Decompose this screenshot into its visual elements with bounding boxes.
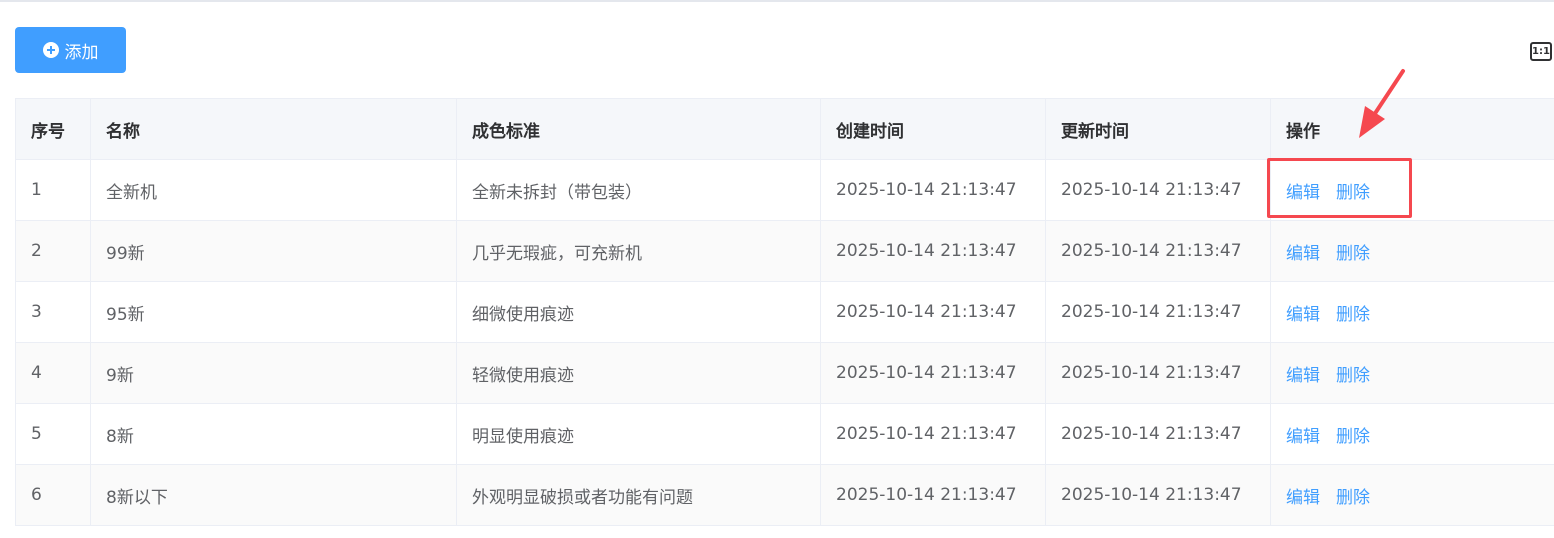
cell-index: 6 [15, 464, 91, 526]
cell-index: 5 [15, 403, 91, 465]
cell-actions: 编辑 删除 [1270, 159, 1554, 221]
cell-created: 2025-10-14 21:13:47 [820, 281, 1046, 343]
cell-actions: 编辑 删除 [1270, 403, 1554, 465]
table-body: 1 全新机 全新未拆封（带包装） 2025-10-14 21:13:47 202… [15, 159, 1554, 526]
delete-link[interactable]: 删除 [1336, 305, 1370, 325]
column-header-created: 创建时间 [820, 98, 1046, 160]
cell-updated: 2025-10-14 21:13:47 [1045, 159, 1271, 221]
cell-created: 2025-10-14 21:13:47 [820, 342, 1046, 404]
cell-name: 全新机 [90, 159, 457, 221]
column-header-actions: 操作 [1270, 98, 1554, 160]
cell-standard: 细微使用痕迹 [456, 281, 821, 343]
cell-name: 95新 [90, 281, 457, 343]
delete-link[interactable]: 删除 [1336, 488, 1370, 508]
top-divider [0, 0, 1554, 2]
cell-name: 9新 [90, 342, 457, 404]
table-row: 4 9新 轻微使用痕迹 2025-10-14 21:13:47 2025-10-… [15, 342, 1554, 404]
edit-link[interactable]: 编辑 [1286, 244, 1320, 264]
cell-updated: 2025-10-14 21:13:47 [1045, 281, 1271, 343]
edit-link[interactable]: 编辑 [1286, 488, 1320, 508]
cell-updated: 2025-10-14 21:13:47 [1045, 403, 1271, 465]
edit-link[interactable]: 编辑 [1286, 366, 1320, 386]
cell-actions: 编辑 删除 [1270, 342, 1554, 404]
cell-index: 3 [15, 281, 91, 343]
add-button[interactable]: 添加 [15, 27, 126, 73]
cell-updated: 2025-10-14 21:13:47 [1045, 464, 1271, 526]
plus-circle-icon [42, 42, 59, 58]
table-header: 序号 名称 成色标准 创建时间 更新时间 操作 [15, 98, 1554, 160]
column-header-index: 序号 [15, 98, 91, 160]
delete-link[interactable]: 删除 [1336, 427, 1370, 447]
table-row: 3 95新 细微使用痕迹 2025-10-14 21:13:47 2025-10… [15, 281, 1554, 343]
edit-link[interactable]: 编辑 [1286, 305, 1320, 325]
cell-standard: 轻微使用痕迹 [456, 342, 821, 404]
edit-link[interactable]: 编辑 [1286, 183, 1320, 203]
density-label: 1:1 [1532, 45, 1550, 57]
delete-link[interactable]: 删除 [1336, 244, 1370, 264]
cell-index: 1 [15, 159, 91, 221]
data-table: 序号 名称 成色标准 创建时间 更新时间 操作 1 全新机 全新未拆封（带包装）… [15, 98, 1554, 526]
density-icon[interactable]: 1:1 [1530, 42, 1552, 61]
table-row: 6 8新以下 外观明显破损或者功能有问题 2025-10-14 21:13:47… [15, 464, 1554, 526]
table-row: 5 8新 明显使用痕迹 2025-10-14 21:13:47 2025-10-… [15, 403, 1554, 465]
add-button-label: 添加 [64, 42, 99, 63]
column-header-updated: 更新时间 [1045, 98, 1271, 160]
cell-updated: 2025-10-14 21:13:47 [1045, 342, 1271, 404]
cell-actions: 编辑 删除 [1270, 220, 1554, 282]
cell-actions: 编辑 删除 [1270, 281, 1554, 343]
column-header-standard: 成色标准 [456, 98, 821, 160]
cell-standard: 全新未拆封（带包装） [456, 159, 821, 221]
edit-link[interactable]: 编辑 [1286, 427, 1320, 447]
cell-name: 8新 [90, 403, 457, 465]
cell-name: 99新 [90, 220, 457, 282]
cell-standard: 明显使用痕迹 [456, 403, 821, 465]
cell-standard: 几乎无瑕疵，可充新机 [456, 220, 821, 282]
cell-actions: 编辑 删除 [1270, 464, 1554, 526]
delete-link[interactable]: 删除 [1336, 366, 1370, 386]
cell-standard: 外观明显破损或者功能有问题 [456, 464, 821, 526]
cell-updated: 2025-10-14 21:13:47 [1045, 220, 1271, 282]
delete-link[interactable]: 删除 [1336, 183, 1370, 203]
cell-index: 4 [15, 342, 91, 404]
table-row: 1 全新机 全新未拆封（带包装） 2025-10-14 21:13:47 202… [15, 159, 1554, 221]
cell-created: 2025-10-14 21:13:47 [820, 159, 1046, 221]
cell-created: 2025-10-14 21:13:47 [820, 464, 1046, 526]
cell-index: 2 [15, 220, 91, 282]
column-header-name: 名称 [90, 98, 457, 160]
cell-created: 2025-10-14 21:13:47 [820, 403, 1046, 465]
cell-created: 2025-10-14 21:13:47 [820, 220, 1046, 282]
cell-name: 8新以下 [90, 464, 457, 526]
table-row: 2 99新 几乎无瑕疵，可充新机 2025-10-14 21:13:47 202… [15, 220, 1554, 282]
header-row: 序号 名称 成色标准 创建时间 更新时间 操作 [15, 98, 1554, 160]
